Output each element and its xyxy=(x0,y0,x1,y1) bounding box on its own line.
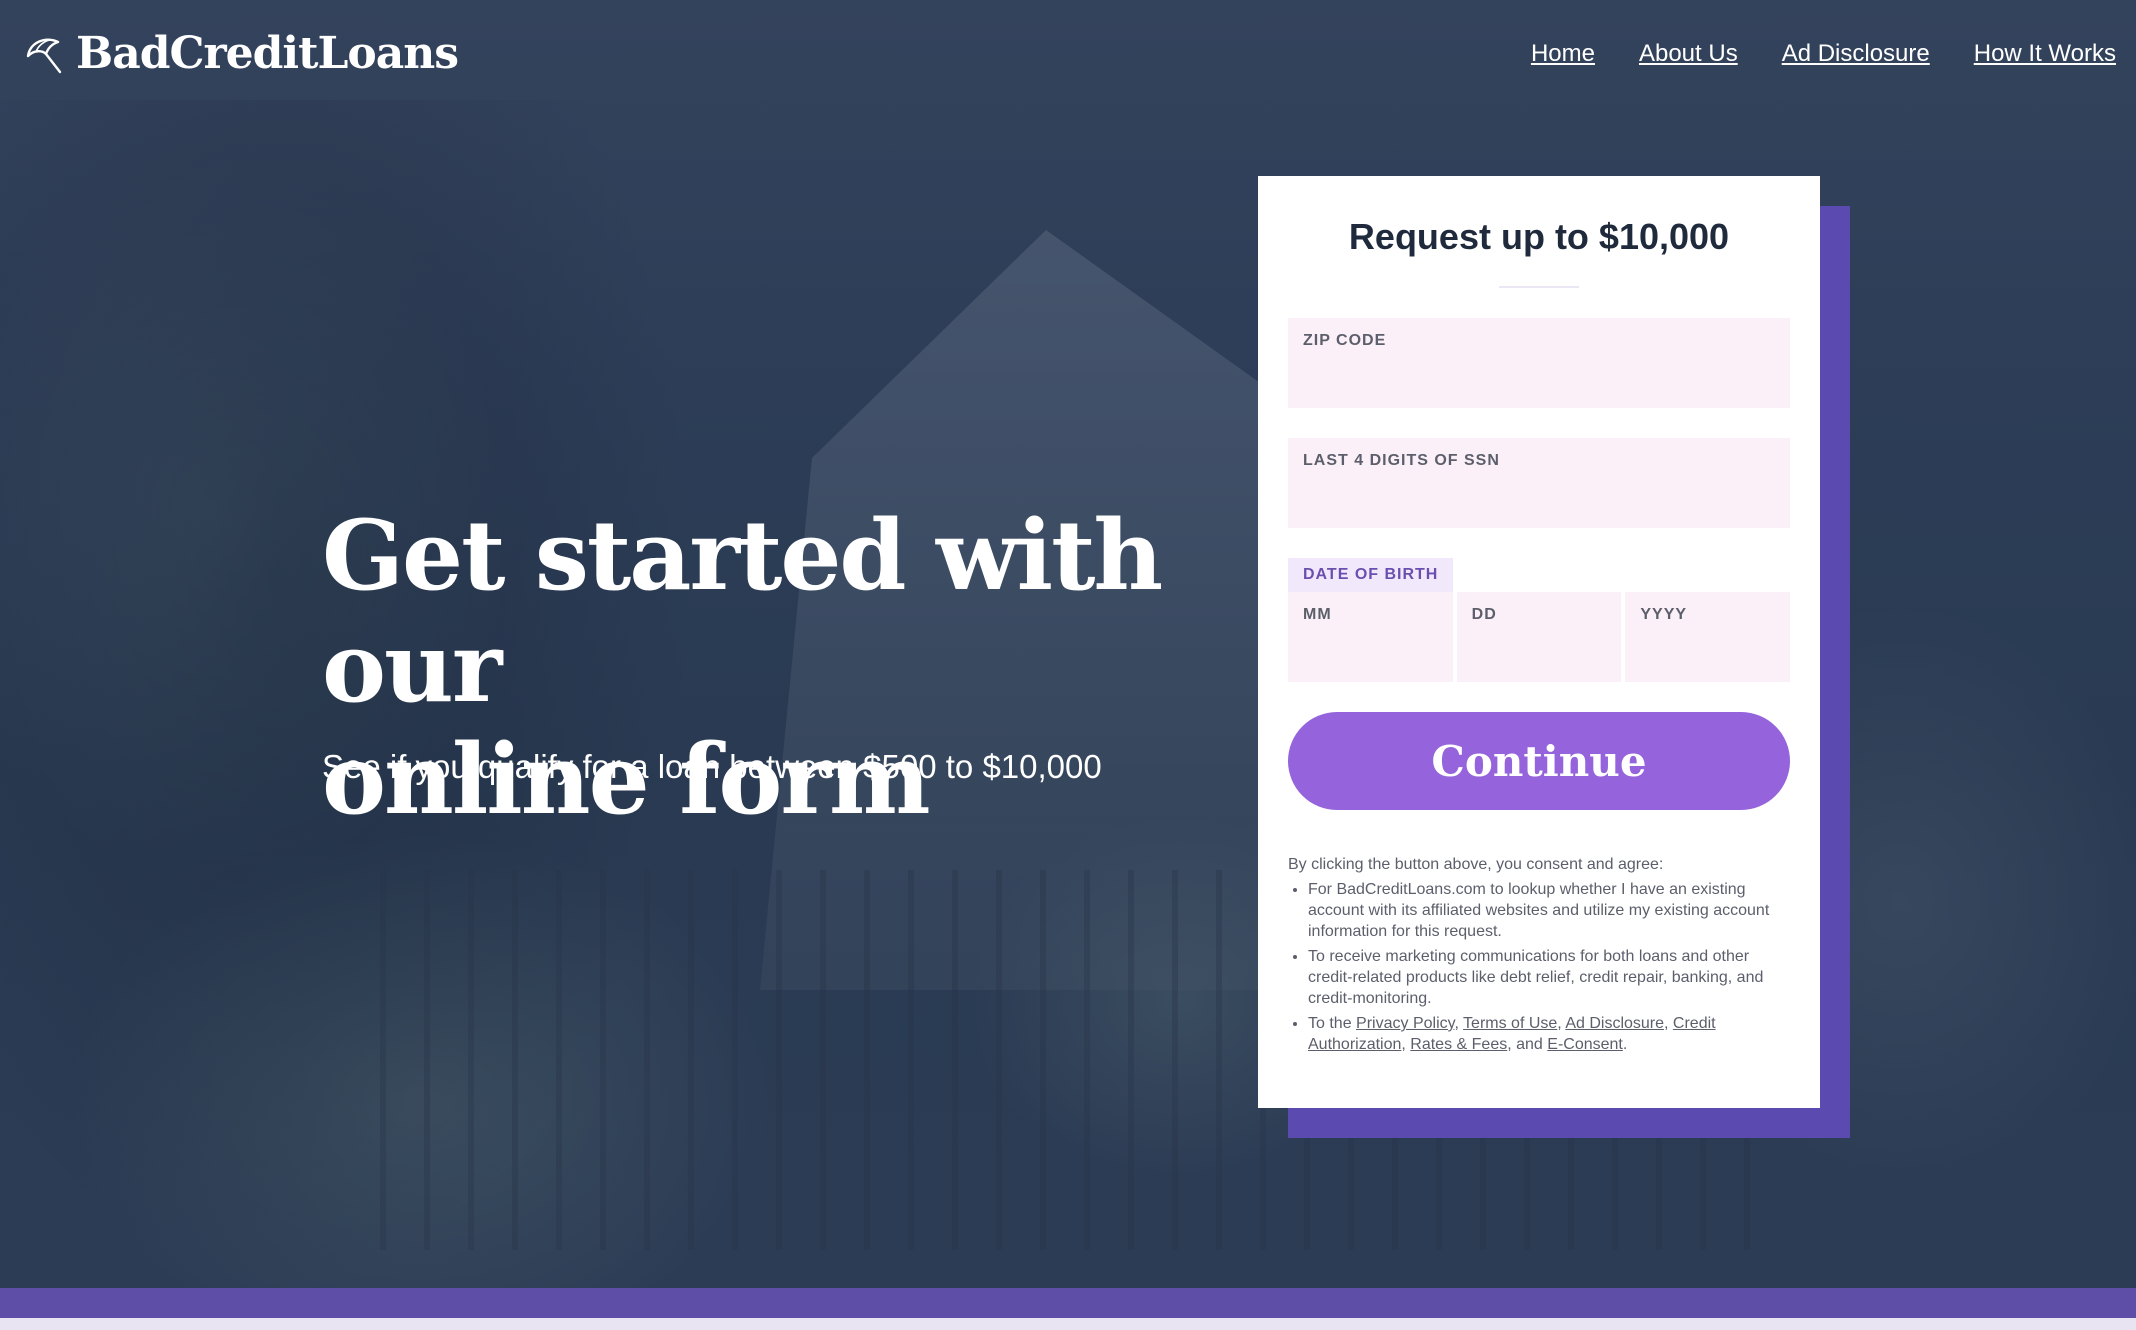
dob-day-label: DD xyxy=(1471,606,1497,623)
nav-about-us[interactable]: About Us xyxy=(1639,40,1738,68)
consent-item: To receive marketing communications for … xyxy=(1308,946,1790,1009)
consent-item: For BadCreditLoans.com to lookup whether… xyxy=(1308,879,1790,942)
consent-item: To the Privacy Policy, Terms of Use, Ad … xyxy=(1308,1013,1790,1055)
ssn-input[interactable] xyxy=(1303,478,1775,501)
rates-fees-link[interactable]: Rates & Fees xyxy=(1410,1036,1507,1053)
dob-year-field[interactable]: YYYY xyxy=(1625,592,1791,682)
hero-headline-line1: Get started with our xyxy=(322,499,1163,724)
ssn-field[interactable]: LAST 4 DIGITS OF SSN xyxy=(1288,438,1790,528)
nav-how-it-works[interactable]: How It Works xyxy=(1974,40,2116,68)
ssn-label: LAST 4 DIGITS OF SSN xyxy=(1303,452,1500,469)
loan-request-form: Request up to $10,000 ZIP CODE LAST 4 DI… xyxy=(1258,176,1820,1108)
consent-list: For BadCreditLoans.com to lookup whether… xyxy=(1288,879,1790,1055)
brand-logo[interactable]: BadCreditLoans xyxy=(22,28,459,79)
dob-fields: MM DD YYYY xyxy=(1288,592,1791,682)
zip-code-field[interactable]: ZIP CODE xyxy=(1288,318,1790,408)
dob-month-input[interactable] xyxy=(1303,632,1438,655)
dob-day-input[interactable] xyxy=(1471,632,1607,655)
nav-ad-disclosure[interactable]: Ad Disclosure xyxy=(1782,40,1930,68)
dob-month-field[interactable]: MM xyxy=(1288,592,1453,682)
dob-label: DATE OF BIRTH xyxy=(1288,558,1454,592)
terms-of-use-link[interactable]: Terms of Use xyxy=(1463,1015,1557,1032)
dob-month-label: MM xyxy=(1303,606,1332,623)
consent-intro: By clicking the button above, you consen… xyxy=(1288,856,1664,873)
continue-button[interactable]: Continue xyxy=(1288,712,1790,810)
dob-year-input[interactable] xyxy=(1640,632,1776,655)
bottom-light-strip xyxy=(0,1318,2136,1330)
ad-disclosure-link[interactable]: Ad Disclosure xyxy=(1565,1015,1664,1032)
dob-year-label: YYYY xyxy=(1640,606,1688,623)
e-consent-link[interactable]: E-Consent xyxy=(1547,1036,1623,1053)
title-divider xyxy=(1499,286,1579,288)
privacy-policy-link[interactable]: Privacy Policy xyxy=(1356,1015,1454,1032)
consent-and: and xyxy=(1516,1036,1543,1053)
umbrella-icon xyxy=(26,37,62,73)
nav-home[interactable]: Home xyxy=(1531,40,1595,68)
bottom-accent-bar xyxy=(0,1288,2136,1318)
form-title: Request up to $10,000 xyxy=(1348,216,1730,257)
consent-text: By clicking the button above, you consen… xyxy=(1288,854,1790,1055)
hero-subhead: See if you qualify for a loan between $5… xyxy=(322,748,1102,785)
dob-day-field[interactable]: DD xyxy=(1456,592,1622,682)
brand-name: BadCreditLoans xyxy=(76,28,459,79)
consent-prefix: To the xyxy=(1308,1015,1352,1032)
main-nav: Home About Us Ad Disclosure How It Works xyxy=(1531,40,2116,68)
zip-code-input[interactable] xyxy=(1303,358,1775,381)
zip-code-label: ZIP CODE xyxy=(1303,332,1387,349)
